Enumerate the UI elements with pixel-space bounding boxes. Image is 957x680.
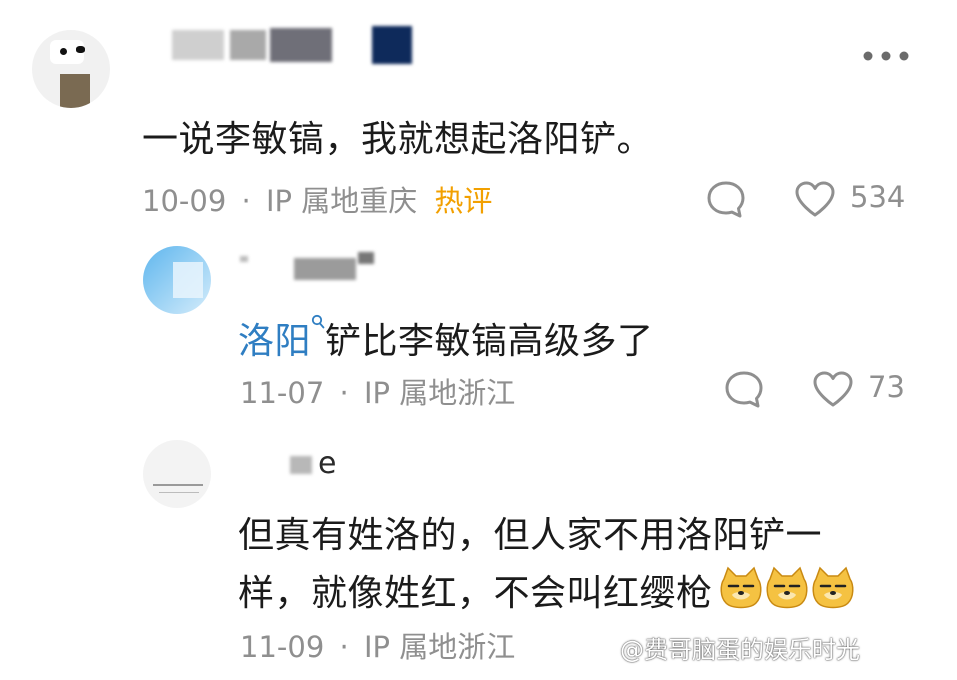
doge-emoji-icon — [720, 566, 762, 609]
avatar-eye — [60, 48, 67, 55]
avatar-line — [159, 492, 199, 493]
comment-date: 10-09 — [142, 184, 227, 218]
username-visible-letter: e — [318, 446, 337, 481]
reply-icon[interactable] — [706, 180, 746, 218]
more-options-icon[interactable] — [862, 48, 910, 64]
ip-location: IP 属地浙江 — [363, 630, 516, 664]
like-icon[interactable] — [812, 370, 854, 408]
username-blurred[interactable] — [238, 250, 378, 286]
ip-location: IP 属地重庆 — [265, 184, 418, 218]
avatar-eye — [76, 46, 85, 53]
avatar[interactable] — [143, 246, 211, 314]
reply-body: 铲比李敏镐高级多了 — [325, 321, 654, 362]
ip-location: IP 属地浙江 — [363, 376, 516, 410]
doge-emoji-icon — [812, 566, 854, 609]
watermark: @费哥脑蛋的娱乐时光 — [620, 636, 860, 664]
avatar[interactable] — [32, 30, 110, 108]
reply-text-line2-row: 样，就像姓红，不会叫红缨枪 — [238, 564, 856, 616]
doge-emoji-group — [718, 565, 856, 615]
search-icon[interactable] — [311, 314, 325, 330]
avatar[interactable] — [143, 440, 211, 508]
reply-icon[interactable] — [724, 370, 764, 408]
like-icon[interactable] — [794, 180, 836, 218]
like-count: 73 — [868, 370, 905, 404]
doge-emoji-icon — [766, 566, 808, 609]
comment-meta: 10-09 · IP 属地重庆 热评 — [142, 178, 492, 220]
reply-text: 洛阳 铲比李敏镐高级多了 — [238, 312, 654, 364]
avatar-body — [60, 74, 90, 108]
comment-meta: 11-07 · IP 属地浙江 — [240, 370, 515, 412]
hot-badge: 热评 — [434, 184, 493, 218]
like-count: 534 — [850, 180, 906, 214]
avatar-shape — [173, 262, 203, 298]
reply-text-line2: 样，就像姓红，不会叫红缨枪 — [238, 573, 713, 614]
meta-dot: · — [241, 184, 251, 218]
comment-text: 一说李敏镐，我就想起洛阳铲。 — [142, 119, 654, 160]
meta-dot: · — [339, 630, 349, 664]
reply-text-line1: 但真有姓洛的，但人家不用洛阳铲一 — [238, 515, 823, 556]
search-link[interactable]: 洛阳 — [238, 321, 311, 362]
comment-meta: 11-09 · IP 属地浙江 — [240, 624, 515, 666]
comment-date: 11-07 — [240, 376, 325, 410]
comment-date: 11-09 — [240, 630, 325, 664]
username-blurred[interactable] — [172, 24, 417, 66]
meta-dot: · — [339, 376, 349, 410]
avatar-line — [153, 484, 203, 486]
